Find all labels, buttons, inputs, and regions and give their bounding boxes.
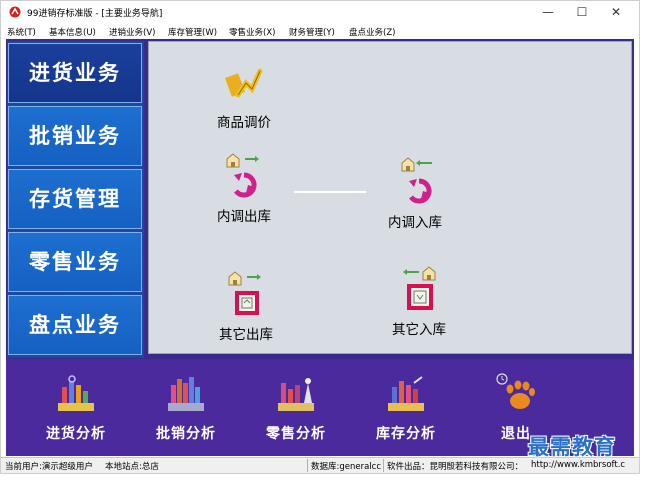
status-vendor: 软件出品：昆明殷若科技有限公司： xyxy=(387,462,524,472)
menu-retail[interactable]: 零售业务(X) xyxy=(229,26,275,38)
status-separator xyxy=(307,459,308,472)
internal-in-icon xyxy=(401,157,432,204)
internal-in-button[interactable]: 内调入库 xyxy=(375,155,455,231)
exit-icon xyxy=(496,373,535,409)
status-user: 当前用户:演示超级用户 xyxy=(5,462,93,472)
price-adjust-icon xyxy=(225,68,263,98)
status-site: 本地站点:总店 xyxy=(105,462,159,472)
other-out-button[interactable]: 其它出库 xyxy=(207,269,285,343)
inventory-analysis-icon xyxy=(388,376,424,411)
nav-item-purchase[interactable]: 进货业务 xyxy=(8,43,142,103)
menu-system[interactable]: 系统(T) xyxy=(7,26,36,38)
wholesale-analysis-button[interactable]: 批销分析 xyxy=(141,373,231,443)
left-nav: 进货业务 批销业务 存货管理 零售业务 盘点业务 xyxy=(7,41,144,358)
menu-stocktake[interactable]: 盘点业务(Z) xyxy=(349,26,395,38)
menu-purchase-sales[interactable]: 进销业务(V) xyxy=(109,26,155,38)
inventory-analysis-button[interactable]: 库存分析 xyxy=(361,373,451,443)
title-bar: 99进销存标准版 - [主要业务导航] — ☐ ✕ xyxy=(1,1,639,23)
internal-out-icon xyxy=(226,153,259,198)
nav-item-wholesale[interactable]: 批销业务 xyxy=(8,106,142,166)
status-database: 数据库:generalcc xyxy=(311,462,382,472)
retail-analysis-icon xyxy=(278,378,314,411)
nav-item-stocktake[interactable]: 盘点业务 xyxy=(8,295,142,355)
price-adjust-label: 商品调价 xyxy=(217,115,271,131)
other-in-label: 其它入库 xyxy=(392,322,446,338)
other-out-label: 其它出库 xyxy=(219,327,273,343)
flow-connector-line xyxy=(294,191,366,193)
minimize-button[interactable]: — xyxy=(533,3,563,21)
nav-item-retail[interactable]: 零售业务 xyxy=(8,232,142,292)
internal-in-label: 内调入库 xyxy=(388,215,442,231)
window-title: 99进销存标准版 - [主要业务导航] xyxy=(27,9,163,19)
other-out-icon xyxy=(228,271,261,315)
retail-analysis-button[interactable]: 零售分析 xyxy=(251,373,341,443)
internal-out-button[interactable]: 内调出库 xyxy=(205,151,283,225)
maximize-button[interactable]: ☐ xyxy=(567,3,597,21)
price-adjust-button[interactable]: 商品调价 xyxy=(206,65,282,131)
nav-item-inventory[interactable]: 存货管理 xyxy=(8,169,142,229)
inventory-analysis-label: 库存分析 xyxy=(376,426,436,442)
wholesale-analysis-icon xyxy=(168,377,204,411)
app-logo-icon xyxy=(9,6,21,18)
menu-inventory[interactable]: 库存管理(W) xyxy=(168,26,217,38)
other-in-button[interactable]: 其它入库 xyxy=(380,264,458,338)
internal-out-label: 内调出库 xyxy=(217,209,271,225)
purchase-analysis-button[interactable]: 进货分析 xyxy=(31,373,121,443)
other-in-icon xyxy=(403,266,436,310)
watermark-text: 最需教育 xyxy=(528,435,616,459)
purchase-analysis-icon xyxy=(58,375,94,411)
purchase-analysis-label: 进货分析 xyxy=(46,426,106,442)
wholesale-analysis-label: 批销分析 xyxy=(156,426,216,442)
status-url: http://www.kmbrsoft.c xyxy=(531,460,626,470)
close-button[interactable]: ✕ xyxy=(601,3,631,21)
app-window: 99进销存标准版 - [主要业务导航] — ☐ ✕ 系统(T) 基本信息(U) … xyxy=(0,0,640,474)
menu-bar: 系统(T) 基本信息(U) 进销业务(V) 库存管理(W) 零售业务(X) 财务… xyxy=(1,23,639,39)
status-separator xyxy=(383,459,384,472)
menu-basic-info[interactable]: 基本信息(U) xyxy=(49,26,96,38)
menu-finance[interactable]: 财务管理(Y) xyxy=(289,26,335,38)
retail-analysis-label: 零售分析 xyxy=(266,426,326,442)
